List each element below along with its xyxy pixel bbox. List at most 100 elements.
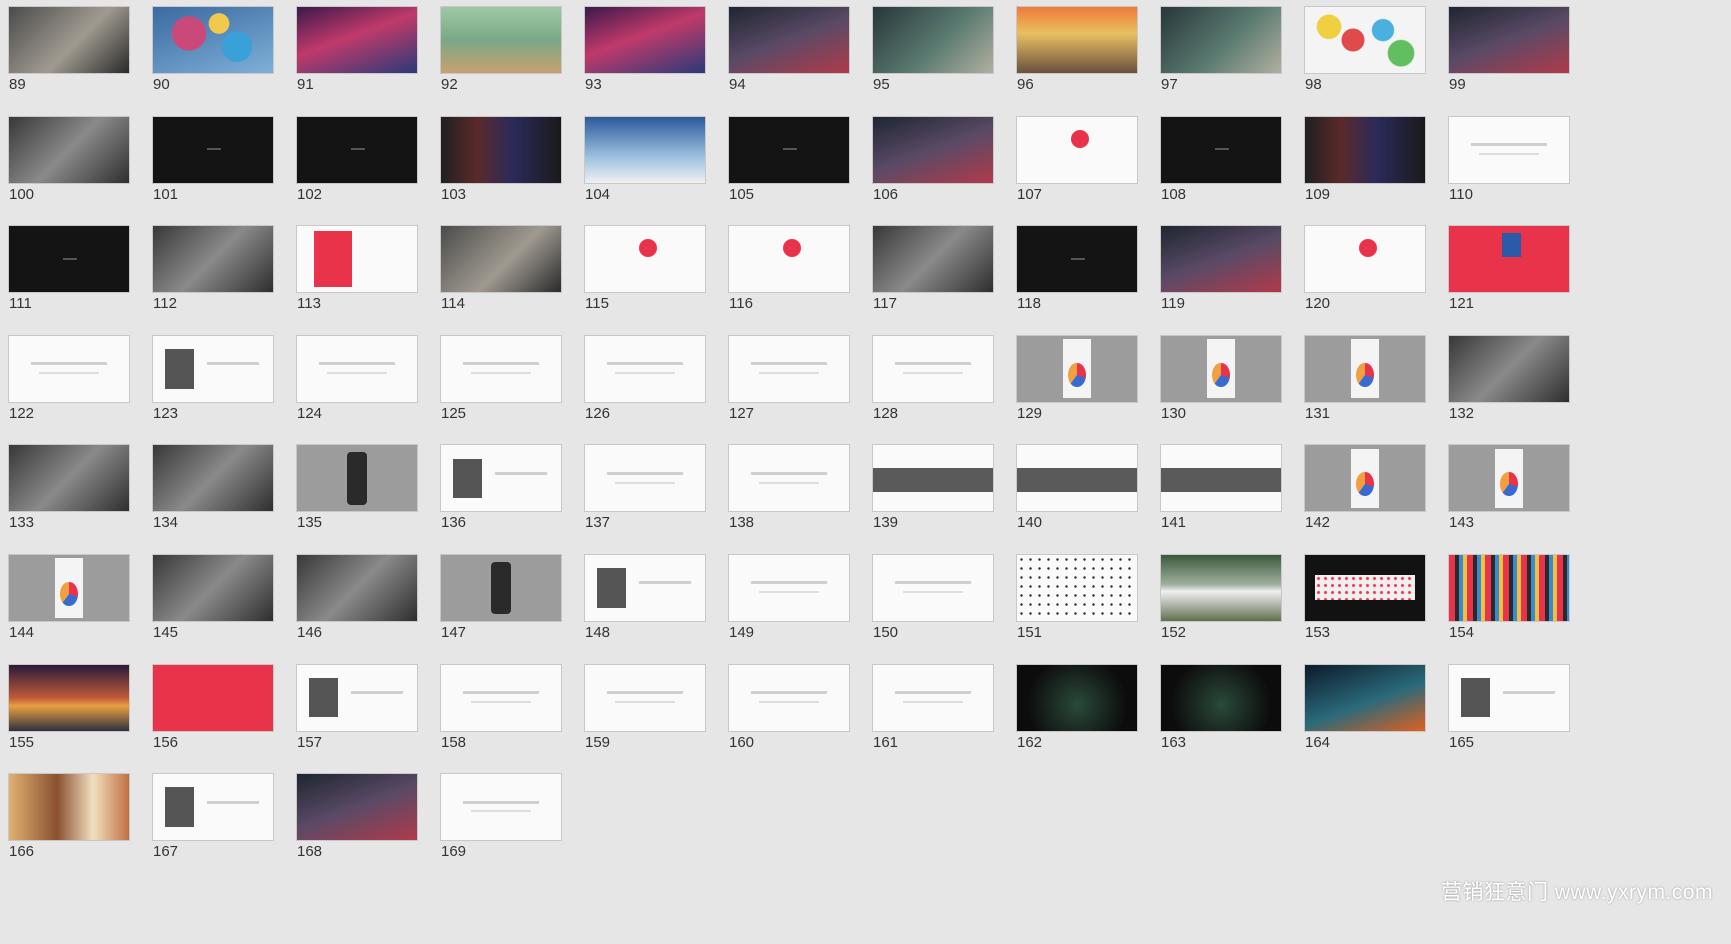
slide-thumbnail[interactable]: 136 — [440, 444, 562, 531]
slide-preview[interactable] — [584, 225, 706, 294]
slide-thumbnail[interactable]: 141 — [1160, 444, 1282, 531]
slide-thumbnail[interactable]: 128 — [872, 334, 994, 421]
slide-preview[interactable] — [728, 444, 850, 513]
slide-preview[interactable] — [1160, 663, 1282, 732]
slide-preview[interactable] — [1304, 6, 1426, 74]
slide-thumbnail[interactable]: 94 — [728, 6, 850, 93]
slide-thumbnail[interactable]: 139 — [872, 444, 994, 531]
slide-thumbnail[interactable]: 163 — [1160, 663, 1282, 750]
slide-preview[interactable] — [1016, 334, 1138, 403]
slide-thumbnail[interactable]: 151 — [1016, 554, 1138, 641]
slide-thumbnail[interactable]: 95 — [872, 6, 994, 93]
slide-preview[interactable] — [1448, 444, 1570, 513]
slide-preview[interactable] — [1448, 663, 1570, 732]
slide-thumbnail[interactable]: 138 — [728, 444, 850, 531]
slide-preview[interactable] — [1016, 663, 1138, 732]
slide-preview[interactable] — [1016, 6, 1138, 74]
slide-preview[interactable] — [872, 225, 994, 294]
slide-preview[interactable] — [296, 773, 418, 842]
slide-preview[interactable] — [1304, 444, 1426, 513]
slide-thumbnail[interactable]: 161 — [872, 663, 994, 750]
slide-preview[interactable] — [1160, 554, 1282, 622]
slide-thumbnail[interactable]: 144 — [8, 554, 130, 641]
slide-thumbnail[interactable]: 160 — [728, 663, 850, 750]
slide-thumbnail[interactable]: 91 — [296, 6, 418, 93]
slide-preview[interactable] — [440, 773, 562, 842]
slide-thumbnail[interactable]: 152 — [1160, 554, 1282, 641]
slide-thumbnail[interactable]: 110 — [1448, 115, 1570, 202]
slide-preview[interactable] — [8, 444, 130, 513]
slide-thumbnail[interactable]: 102 — [296, 115, 418, 202]
slide-preview[interactable] — [152, 225, 274, 294]
slide-preview[interactable] — [1160, 115, 1282, 184]
slide-thumbnail[interactable]: 89 — [8, 6, 130, 93]
slide-preview[interactable] — [152, 334, 274, 403]
slide-preview[interactable] — [152, 663, 274, 732]
slide-thumbnail[interactable]: 105 — [728, 115, 850, 202]
slide-preview[interactable] — [728, 115, 850, 184]
slide-preview[interactable] — [1160, 225, 1282, 294]
slide-preview[interactable] — [872, 444, 994, 513]
slide-thumbnail[interactable]: 109 — [1304, 115, 1426, 202]
slide-preview[interactable] — [1304, 554, 1426, 622]
slide-thumbnail[interactable]: 132 — [1448, 334, 1570, 421]
slide-thumbnail[interactable]: 135 — [296, 444, 418, 531]
slide-thumbnail[interactable]: 92 — [440, 6, 562, 93]
slide-thumbnail[interactable]: 107 — [1016, 115, 1138, 202]
slide-preview[interactable] — [1448, 6, 1570, 74]
slide-preview[interactable] — [872, 6, 994, 74]
slide-preview[interactable] — [1016, 444, 1138, 513]
slide-preview[interactable] — [8, 334, 130, 403]
slide-preview[interactable] — [872, 334, 994, 403]
slide-preview[interactable] — [728, 6, 850, 74]
slide-thumbnail[interactable]: 131 — [1304, 334, 1426, 421]
slide-thumbnail[interactable]: 118 — [1016, 225, 1138, 312]
slide-preview[interactable] — [584, 115, 706, 184]
slide-thumbnail[interactable]: 147 — [440, 554, 562, 641]
slide-thumbnail[interactable]: 90 — [152, 6, 274, 93]
slide-thumbnail[interactable]: 116 — [728, 225, 850, 312]
slide-preview[interactable] — [296, 115, 418, 184]
slide-thumbnail[interactable]: 164 — [1304, 663, 1426, 750]
slide-preview[interactable] — [1016, 115, 1138, 184]
slide-preview[interactable] — [296, 225, 418, 294]
slide-preview[interactable] — [8, 773, 130, 842]
slide-preview[interactable] — [152, 6, 274, 74]
slide-preview[interactable] — [1160, 444, 1282, 513]
slide-preview[interactable] — [152, 773, 274, 842]
slide-thumbnail[interactable]: 145 — [152, 554, 274, 641]
slide-thumbnail[interactable]: 149 — [728, 554, 850, 641]
slide-thumbnail[interactable]: 111 — [8, 225, 130, 312]
slide-preview[interactable] — [1160, 334, 1282, 403]
slide-thumbnail[interactable]: 122 — [8, 334, 130, 421]
slide-preview[interactable] — [8, 6, 130, 74]
slide-thumbnail[interactable]: 120 — [1304, 225, 1426, 312]
slide-preview[interactable] — [1016, 225, 1138, 294]
slide-thumbnail[interactable]: 113 — [296, 225, 418, 312]
slide-thumbnail[interactable]: 125 — [440, 334, 562, 421]
slide-thumbnail[interactable]: 96 — [1016, 6, 1138, 93]
slide-thumbnail[interactable]: 126 — [584, 334, 706, 421]
slide-thumbnail[interactable]: 121 — [1448, 225, 1570, 312]
slide-thumbnail[interactable]: 97 — [1160, 6, 1282, 93]
slide-preview[interactable] — [584, 444, 706, 513]
slide-preview[interactable] — [584, 663, 706, 732]
slide-thumbnail[interactable]: 146 — [296, 554, 418, 641]
slide-preview[interactable] — [872, 554, 994, 622]
slide-thumbnail[interactable]: 119 — [1160, 225, 1282, 312]
slide-preview[interactable] — [1304, 115, 1426, 184]
slide-preview[interactable] — [1448, 554, 1570, 622]
slide-preview[interactable] — [152, 554, 274, 622]
slide-preview[interactable] — [872, 663, 994, 732]
slide-thumbnail[interactable]: 143 — [1448, 444, 1570, 531]
slide-preview[interactable] — [1016, 554, 1138, 622]
slide-preview[interactable] — [8, 663, 130, 732]
slide-preview[interactable] — [296, 6, 418, 74]
slide-thumbnail[interactable]: 134 — [152, 444, 274, 531]
slide-thumbnail[interactable]: 168 — [296, 773, 418, 860]
slide-preview[interactable] — [1304, 334, 1426, 403]
slide-preview[interactable] — [152, 444, 274, 513]
slide-preview[interactable] — [584, 334, 706, 403]
slide-preview[interactable] — [584, 6, 706, 74]
slide-thumbnail[interactable]: 150 — [872, 554, 994, 641]
